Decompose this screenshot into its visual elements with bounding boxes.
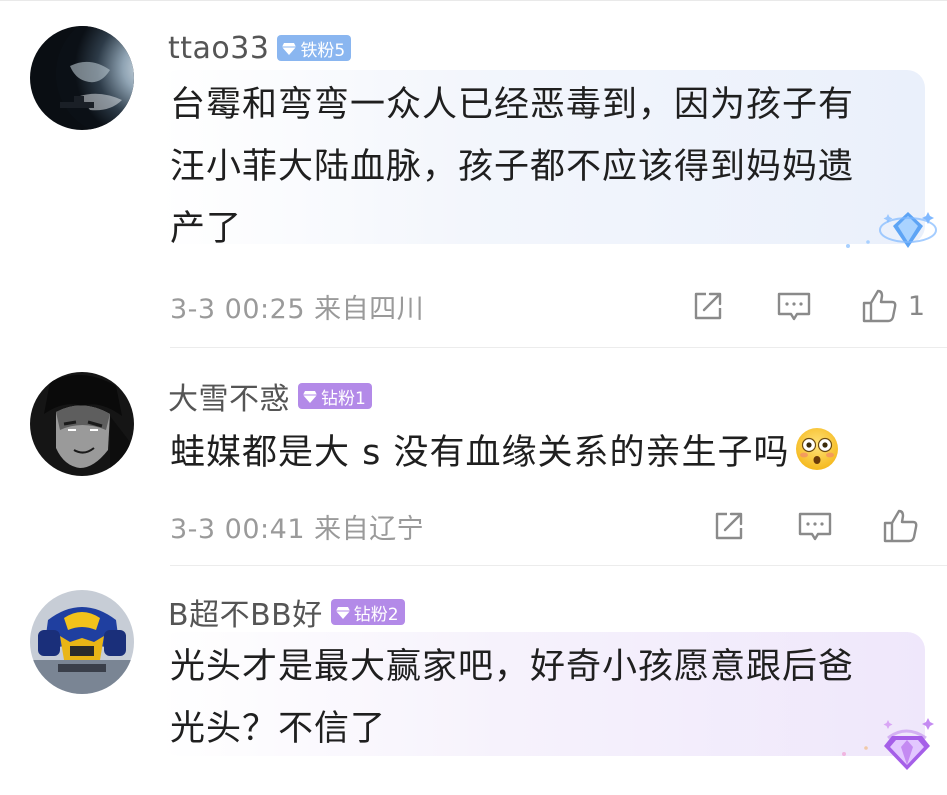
blue-diamond-icon (838, 206, 938, 260)
badge-label: 钻粉2 (353, 604, 399, 625)
comment-item: 大雪不惑 钻粉1 蛙媒都是大 s 没有血缘关系的亲生子吗 3-3 00:41 来 (0, 348, 947, 566)
comment-text-line: 台霉和弯弯一众人已经恶毒到，因为孩子有 (170, 85, 855, 125)
fan-badge[interactable]: 钻粉2 (330, 599, 405, 625)
share-icon (694, 292, 722, 320)
comment-time-location: 3-3 00:25 来自四川 (170, 293, 425, 325)
comment-text-line: 光头才是最大赢家吧，好奇小孩愿意跟后爸 (170, 647, 855, 687)
like-count: 1 (907, 290, 925, 322)
comment-text-line: 蛙媒都是大 s 没有血缘关系的亲生子吗 (170, 433, 790, 473)
username[interactable]: 大雪不惑 (168, 374, 290, 418)
username[interactable]: B超不BB好 (168, 590, 323, 634)
like-button[interactable] (881, 506, 921, 546)
purple-diamond-icon (830, 714, 940, 778)
share-button[interactable] (688, 286, 728, 326)
comment-text: 蛙媒都是大 s 没有血缘关系的亲生子吗 (170, 422, 930, 484)
share-icon (715, 512, 743, 540)
flushed-face-icon (795, 428, 838, 470)
username-row: 大雪不惑 钻粉1 (168, 378, 372, 417)
comment-text-line: 汪小菲大陆血脉，孩子都不应该得到妈妈遗 (170, 147, 855, 187)
fan-badge[interactable]: 铁粉5 (277, 35, 352, 61)
thumbs-up-icon (883, 509, 918, 543)
earth-avatar-icon (30, 26, 134, 130)
username-row: ttao33 铁粉5 (168, 30, 352, 66)
username-row: B超不BB好 钻粉2 (168, 594, 405, 633)
comment-item: B超不BB好 钻粉2 光头才是最大赢家吧，好奇小孩愿意跟后爸 光头？不信了 (0, 566, 947, 795)
avatar[interactable] (30, 26, 134, 130)
comment-actions (709, 506, 925, 546)
comment-time-location: 3-3 00:41 来自辽宁 (170, 513, 425, 545)
fan-badge[interactable]: 钻粉1 (298, 383, 372, 409)
robot-avatar-icon (30, 590, 134, 694)
username[interactable]: ttao33 (168, 31, 269, 66)
comment-text-line: 产了 (170, 209, 243, 249)
comment-meta-row: 3-3 00:25 来自四川 1 (170, 286, 925, 326)
comment-meta-row: 3-3 00:41 来自辽宁 (170, 506, 925, 546)
badge-label: 钻粉1 (321, 388, 366, 409)
badge-label: 铁粉5 (300, 40, 346, 61)
reply-button[interactable] (795, 506, 835, 546)
like-button[interactable]: 1 (860, 286, 925, 326)
diamond-icon (303, 391, 317, 403)
diamond-icon (335, 607, 350, 619)
comment-text: 光头才是最大赢家吧，好奇小孩愿意跟后爸 光头？不信了 (170, 636, 890, 760)
comment-text-line: 光头？不信了 (170, 709, 387, 749)
comment-icon (777, 292, 811, 321)
anime-face-avatar-icon (30, 372, 134, 476)
avatar[interactable] (30, 590, 134, 694)
diamond-icon (282, 43, 297, 55)
avatar[interactable] (30, 372, 134, 476)
comment-icon (798, 512, 832, 541)
reply-button[interactable] (774, 286, 814, 326)
comment-text: 台霉和弯弯一众人已经恶毒到，因为孩子有 汪小菲大陆血脉，孩子都不应该得到妈妈遗 … (170, 74, 890, 260)
share-button[interactable] (709, 506, 749, 546)
thumbs-up-icon (862, 289, 897, 323)
comment-item: ttao33 铁粉5 台霉和弯弯一众人已经恶毒到，因为孩子有 汪小菲大陆血脉，孩… (0, 0, 947, 348)
comment-actions: 1 (688, 286, 925, 326)
